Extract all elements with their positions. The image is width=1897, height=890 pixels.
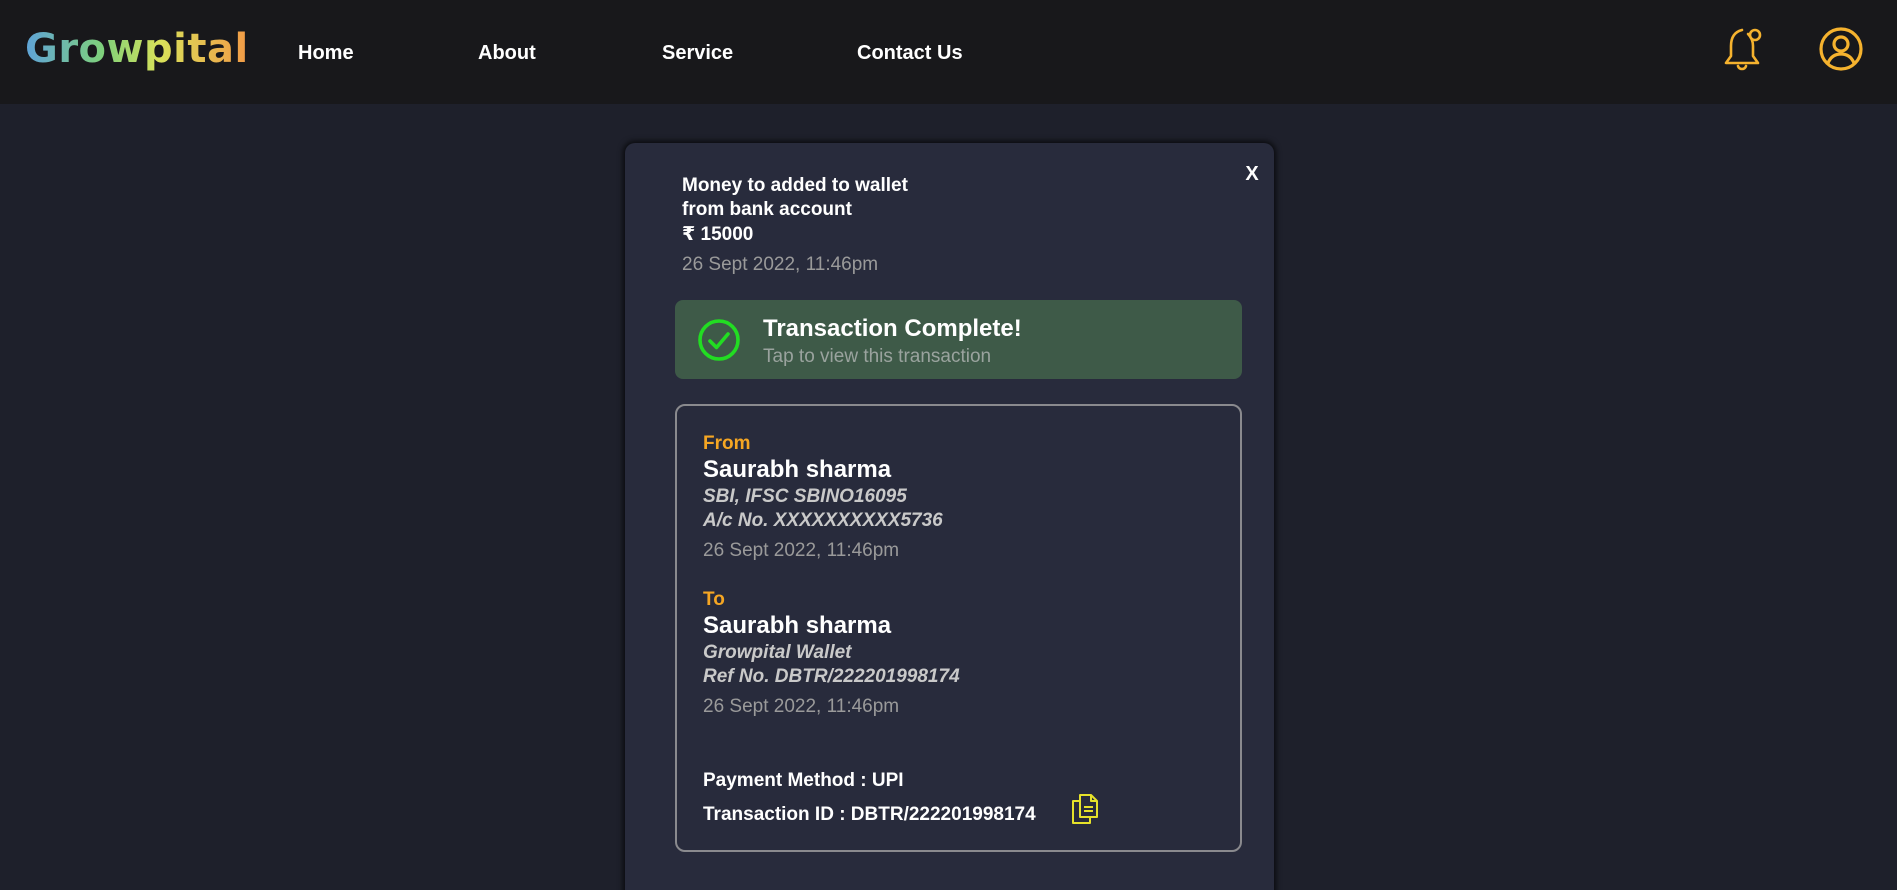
transaction-id: Transaction ID : DBTR/222201998174 [703, 804, 1036, 825]
from-name: Saurabh sharma [703, 456, 892, 483]
user-circle-icon[interactable] [1818, 26, 1864, 72]
navbar: Growpital Home About Service Contact Us [0, 0, 1897, 104]
transaction-modal: X Money to added to wallet from bank acc… [625, 143, 1274, 890]
copy-icon[interactable] [1071, 793, 1099, 825]
transaction-details-card: From Saurabh sharma SBI, IFSC SBINO16095… [675, 404, 1242, 852]
header-amount: ₹ 15000 [682, 224, 754, 245]
to-label: To [703, 589, 725, 610]
to-wallet: Growpital Wallet [703, 642, 852, 663]
header-date: 26 Sept 2022, 11:46pm [682, 254, 879, 275]
transaction-status-banner[interactable]: Transaction Complete! Tap to view this t… [675, 300, 1242, 379]
header-title-line2: from bank account [682, 199, 852, 220]
from-label: From [703, 433, 751, 454]
close-button[interactable]: X [1240, 162, 1264, 186]
header-title-line1: Money to added to wallet [682, 175, 908, 196]
from-account: A/c No. XXXXXXXXXX5736 [703, 510, 943, 531]
from-date: 26 Sept 2022, 11:46pm [703, 540, 900, 561]
nav-about-link[interactable]: About [478, 42, 536, 65]
nav-contact-link[interactable]: Contact Us [857, 42, 963, 65]
to-ref: Ref No. DBTR/222201998174 [703, 666, 960, 687]
payment-method: Payment Method : UPI [703, 770, 904, 791]
nav-service-link[interactable]: Service [662, 42, 733, 65]
check-circle-icon [698, 319, 740, 361]
status-subtitle: Tap to view this transaction [763, 346, 992, 367]
from-bank: SBI, IFSC SBINO16095 [703, 486, 907, 507]
bell-icon[interactable] [1724, 26, 1768, 72]
status-title: Transaction Complete! [763, 315, 1022, 342]
nav-home-link[interactable]: Home [298, 42, 354, 65]
logo[interactable]: Growpital [25, 26, 249, 72]
to-date: 26 Sept 2022, 11:46pm [703, 696, 900, 717]
to-name: Saurabh sharma [703, 612, 892, 639]
